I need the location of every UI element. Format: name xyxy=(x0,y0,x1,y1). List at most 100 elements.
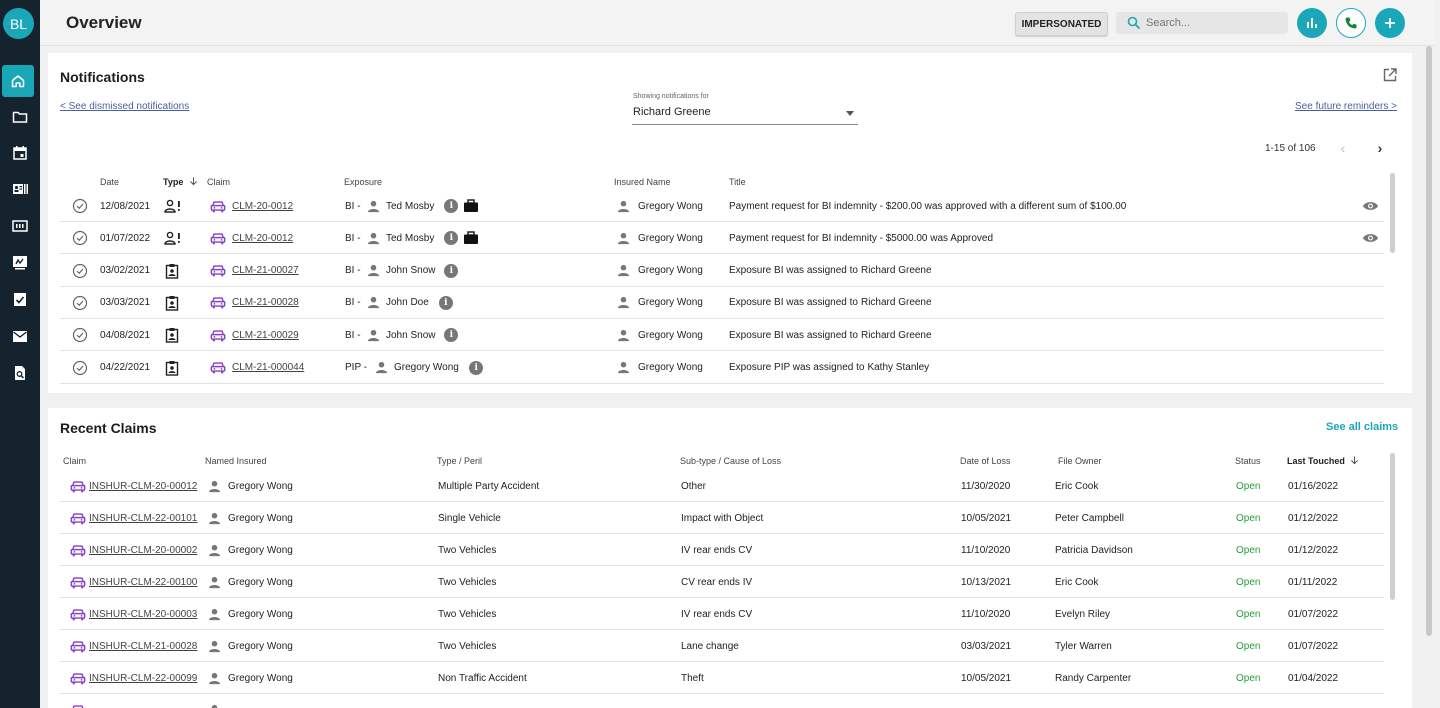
type-peril: Two Vehicles xyxy=(438,608,497,620)
claim-row[interactable]: INSHUR-CLM-20-00003 Gregory Wong Two Vehic… xyxy=(60,598,1384,630)
sidebar-item-contacts[interactable] xyxy=(0,172,40,206)
notification-title: Exposure BI was assigned to Richard Green… xyxy=(729,287,932,319)
named-insured: Gregory Wong xyxy=(228,640,293,652)
claim-link[interactable]: CLM-21-00027 xyxy=(232,255,299,287)
notification-date: 04/08/2021 xyxy=(100,329,151,341)
status-badge: Open xyxy=(1236,480,1261,492)
col-header-claim[interactable]: Claim xyxy=(207,177,230,187)
see-dismissed-link[interactable]: < See dismissed notifications xyxy=(60,101,189,112)
search-input[interactable] xyxy=(1146,15,1282,31)
claim-row[interactable]: INSHUR-CLM-20-00012 Gregory Wong Multiple … xyxy=(60,470,1384,502)
sidebar-item-claims[interactable] xyxy=(0,100,40,134)
info-icon[interactable]: i xyxy=(444,255,459,287)
see-all-claims-link[interactable]: See all claims xyxy=(1326,421,1398,433)
claim-link[interactable]: INSHUR-CLM-20-00002 xyxy=(89,534,197,566)
info-icon[interactable]: i xyxy=(438,287,453,319)
clipboard-person-icon xyxy=(164,319,180,351)
exposure-prefix: BI - xyxy=(345,329,361,341)
assigned-person: Kathy Stanley xyxy=(867,362,930,373)
eye-icon[interactable] xyxy=(1362,222,1379,254)
analytics-button[interactable] xyxy=(1297,8,1327,38)
claim-link[interactable]: INSHUR-CLM-21-00028 xyxy=(89,630,197,662)
sidebar-item-payments[interactable] xyxy=(0,245,40,279)
open-external-icon[interactable] xyxy=(1382,67,1398,83)
claim-link[interactable]: INSHUR-CLM-22-00100 xyxy=(89,566,197,598)
sidebar-item-reserves[interactable] xyxy=(0,209,40,243)
person-icon xyxy=(208,630,221,662)
col-header-file-owner[interactable]: File Owner xyxy=(1058,456,1102,466)
person-icon xyxy=(208,534,221,566)
col-header-date[interactable]: Date xyxy=(100,177,119,187)
dismiss-check-icon[interactable] xyxy=(72,319,88,351)
col-header-date-of-loss[interactable]: Date of Loss xyxy=(960,456,1011,466)
col-header-subtype[interactable]: Sub-type / Cause of Loss xyxy=(680,456,781,466)
dismiss-check-icon[interactable] xyxy=(72,287,88,319)
sub-type: IV rear ends CV xyxy=(681,608,753,620)
last-touched: 01/04/2022 xyxy=(1288,672,1339,684)
col-header-claim[interactable]: Claim xyxy=(63,456,86,466)
col-header-type[interactable]: Type xyxy=(163,177,183,187)
col-header-insured[interactable]: Insured Name xyxy=(614,177,671,187)
person-icon xyxy=(367,255,380,287)
claim-row[interactable]: INSHUR-CLM-22-00100 Gregory Wong Two Vehic… xyxy=(60,566,1384,598)
notification-row[interactable]: 03/02/2021 CLM-21-00027 BI - John Snow i Greg… xyxy=(60,255,1384,287)
notification-row[interactable]: 03/03/2021 CLM-21-00028 BI - John Doe i Grego… xyxy=(60,287,1384,319)
named-insured: Gregory Wong xyxy=(228,480,293,492)
add-button[interactable] xyxy=(1375,8,1405,38)
pager-next-button[interactable]: › xyxy=(1373,141,1387,155)
info-icon[interactable]: i xyxy=(444,222,459,254)
eye-icon[interactable] xyxy=(1362,190,1379,222)
col-header-status[interactable]: Status xyxy=(1235,456,1261,466)
notifications-scrollbar[interactable] xyxy=(1390,173,1395,253)
claim-link[interactable]: INSHUR-CLM-20-00003 xyxy=(89,598,197,630)
notifications-for-select[interactable]: Showing notifications for Richard Greene xyxy=(632,91,858,125)
see-future-reminders-link[interactable]: See future reminders > xyxy=(1295,101,1397,112)
sidebar-item-mail[interactable] xyxy=(0,319,40,353)
person-icon xyxy=(208,694,221,708)
type-peril: Two Vehicles xyxy=(438,576,497,588)
claim-link[interactable]: INSHUR-CLM-22-00099 xyxy=(89,662,197,694)
claim-link[interactable]: CLM-20-0012 xyxy=(232,222,293,254)
impersonated-badge[interactable]: IMPERSONATED xyxy=(1015,12,1108,36)
last-touched: 01/11/2022 xyxy=(1288,576,1338,588)
pager-prev-button[interactable]: ‹ xyxy=(1336,141,1350,155)
notification-row[interactable]: 01/07/2022 CLM-20-0012 BI - Ted Mosby i Grego… xyxy=(60,222,1384,255)
search-box[interactable] xyxy=(1116,12,1288,34)
sidebar-item-calendar[interactable] xyxy=(0,136,40,170)
claim-row[interactable]: INSHUR-CLM-22-00099 Gregory Wong Non Traff… xyxy=(60,662,1384,694)
col-header-title[interactable]: Title xyxy=(729,177,746,187)
claim-link[interactable]: INSHUR-CLM-20-00012 xyxy=(89,470,197,502)
dismiss-check-icon[interactable] xyxy=(72,255,88,287)
dismiss-check-icon[interactable] xyxy=(72,352,88,384)
claim-link[interactable]: CLM-21-00029 xyxy=(232,319,299,351)
call-button[interactable] xyxy=(1336,8,1366,38)
claim-row[interactable]: INSHUR-CLM-22-00101 Gregory Wong Single Ve… xyxy=(60,502,1384,534)
claim-link[interactable]: CLM-21-000044 xyxy=(232,352,304,384)
sidebar-item-tasks[interactable] xyxy=(0,282,40,316)
person-icon xyxy=(208,566,221,598)
col-header-type-peril[interactable]: Type / Peril xyxy=(437,456,482,466)
claim-link[interactable]: INSHUR-CLM-22-00101 xyxy=(89,502,197,534)
notification-row[interactable]: 12/08/2021 CLM-20-0012 BI - Ted Mosby i Grego… xyxy=(60,190,1384,222)
col-header-last-touched[interactable]: Last Touched xyxy=(1287,456,1345,466)
avatar[interactable]: BL xyxy=(3,8,34,39)
claim-row[interactable]: INSHUR-CLM-20-00002 Gregory Wong Two Vehic… xyxy=(60,534,1384,566)
dismiss-check-icon[interactable] xyxy=(72,222,88,254)
document-search-icon xyxy=(12,365,28,381)
info-icon[interactable]: i xyxy=(469,352,484,384)
page-scrollbar[interactable] xyxy=(1426,46,1432,636)
col-header-exposure[interactable]: Exposure xyxy=(344,177,382,187)
notification-date: 04/22/2021 xyxy=(100,362,151,373)
dismiss-check-icon[interactable] xyxy=(72,190,88,222)
notification-row[interactable]: 04/22/2021 CLM-21-000044 PIP - Gregory Wong… xyxy=(60,352,1384,384)
claim-row[interactable]: INSHUR-CLM-21-00028 Gregory Wong Two Vehic… xyxy=(60,630,1384,662)
claim-link[interactable]: CLM-21-00028 xyxy=(232,287,299,319)
notification-row[interactable]: 04/08/2021 CLM-21-00029 BI - John Snow i Greg… xyxy=(60,319,1384,352)
claim-link[interactable]: CLM-20-0012 xyxy=(232,190,293,222)
info-icon[interactable]: i xyxy=(444,319,459,351)
claims-scrollbar[interactable] xyxy=(1390,453,1395,600)
col-header-named-insured[interactable]: Named Insured xyxy=(205,456,267,466)
sidebar-item-search-docs[interactable] xyxy=(0,356,40,390)
info-icon[interactable]: i xyxy=(444,190,459,222)
sidebar-item-home[interactable] xyxy=(2,65,34,97)
